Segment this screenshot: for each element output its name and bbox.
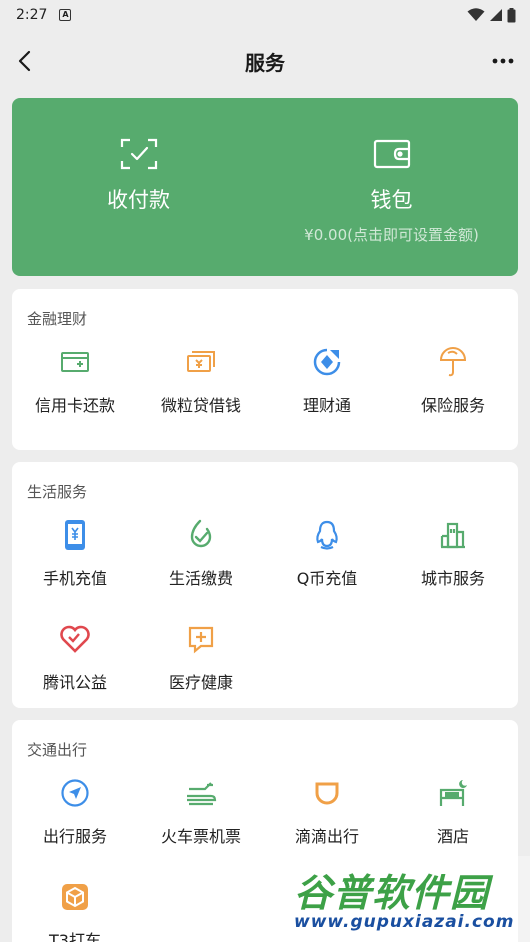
city-icon [440,522,465,549]
grid-item-credit-card[interactable]: 信用卡还款 [12,345,138,416]
utility-icon [190,519,212,548]
grid-item-label: 生活缴费 [168,569,233,588]
section-title: 交通出行 [27,741,88,759]
phone-recharge-icon [65,520,85,550]
wallet-icon [373,139,410,169]
grid-item-utility[interactable]: 生活缴费 [138,518,264,589]
grid-item-medical[interactable]: 医疗健康 [138,622,264,693]
section-title: 生活服务 [27,483,88,501]
hotel-icon [439,780,467,806]
grid-item-label: 医疗健康 [168,673,233,692]
grid-item-label: Q币充值 [296,569,358,588]
grid-item-label: 手机充值 [42,569,107,588]
grid-item-label: 城市服务 [420,569,485,588]
nav-bar: 服务 [0,30,530,92]
grid-item-hotel[interactable]: 酒店 [390,776,516,847]
wallet-label: 钱包 [370,188,413,212]
status-bar: 2:27 A [0,0,530,30]
grid-item-didi[interactable]: 滴滴出行 [264,776,390,847]
insurance-icon [439,346,467,377]
grid-item-label: 保险服务 [420,396,485,415]
a-badge-icon: A [59,9,72,21]
grid-item-label: T3打车 [49,931,101,942]
back-button[interactable] [8,44,42,78]
didi-icon [315,782,339,805]
grid-item-navigation[interactable]: 出行服务 [12,776,138,847]
wifi-icon [467,8,485,21]
grid-item-label: 出行服务 [42,827,107,846]
grid-item-train-plane[interactable]: 火车票机票 [138,776,264,847]
grid-item-label: 信用卡还款 [34,396,115,415]
more-icon [492,58,514,64]
grid-item-label: 理财通 [302,396,351,415]
pay-label: 收付款 [107,188,170,212]
wallet-button[interactable]: 钱包 ¥0.00(点击即可设置金额) [265,98,518,276]
hero-card: 收付款 钱包 ¥0.00(点击即可设置金额) [12,98,518,276]
back-icon [18,50,31,72]
wealth-icon [313,348,341,376]
navigation-icon [61,779,89,807]
status-time: 2:27 [16,7,48,23]
grid-item-label: 微粒贷借钱 [160,396,241,415]
q-coin-icon [316,520,338,550]
train-plane-icon [187,782,217,806]
charity-icon [60,625,90,653]
scan-pay-icon [120,138,157,170]
watermark-url: www.gupuxiazai.com [294,912,515,932]
grid-item-t3-taxi[interactable]: T3打车 [12,880,138,942]
grid-item-label: 滴滴出行 [294,827,359,846]
more-button[interactable] [486,44,520,78]
grid-item-insurance[interactable]: 保险服务 [390,345,516,416]
watermark-cn: 谷普软件园 [294,871,490,915]
grid-item-label: 酒店 [436,827,469,846]
pay-receive-button[interactable]: 收付款 [12,98,265,276]
grid-item-charity[interactable]: 腾讯公益 [12,622,138,693]
wallet-balance: ¥0.00(点击即可设置金额) [304,226,479,244]
signal-icon [490,9,502,21]
t3-taxi-icon [62,884,88,910]
grid-item-q-coin[interactable]: Q币充值 [264,518,390,589]
grid-item-loan[interactable]: 微粒贷借钱 [138,345,264,416]
loan-icon [187,351,215,372]
page-title: 服务 [245,50,285,75]
battery-icon [507,7,516,22]
grid-item-phone-recharge[interactable]: 手机充值 [12,518,138,589]
grid-item-wealth[interactable]: 理财通 [264,345,390,416]
medical-icon [188,626,214,654]
watermark: 谷普软件园 www.gupuxiazai.com [288,856,530,942]
credit-card-icon [61,352,89,372]
grid-item-label: 火车票机票 [160,827,241,846]
section-title: 金融理财 [27,310,88,328]
section-life: 生活服务 手机充值 生活缴费 Q币充值 城市服务 腾讯公益 医疗健康 [12,462,518,708]
section-finance: 金融理财 信用卡还款 微粒贷借钱 理财通 保险服务 [12,289,518,450]
grid-item-city[interactable]: 城市服务 [390,518,516,589]
grid-item-label: 腾讯公益 [42,673,107,692]
